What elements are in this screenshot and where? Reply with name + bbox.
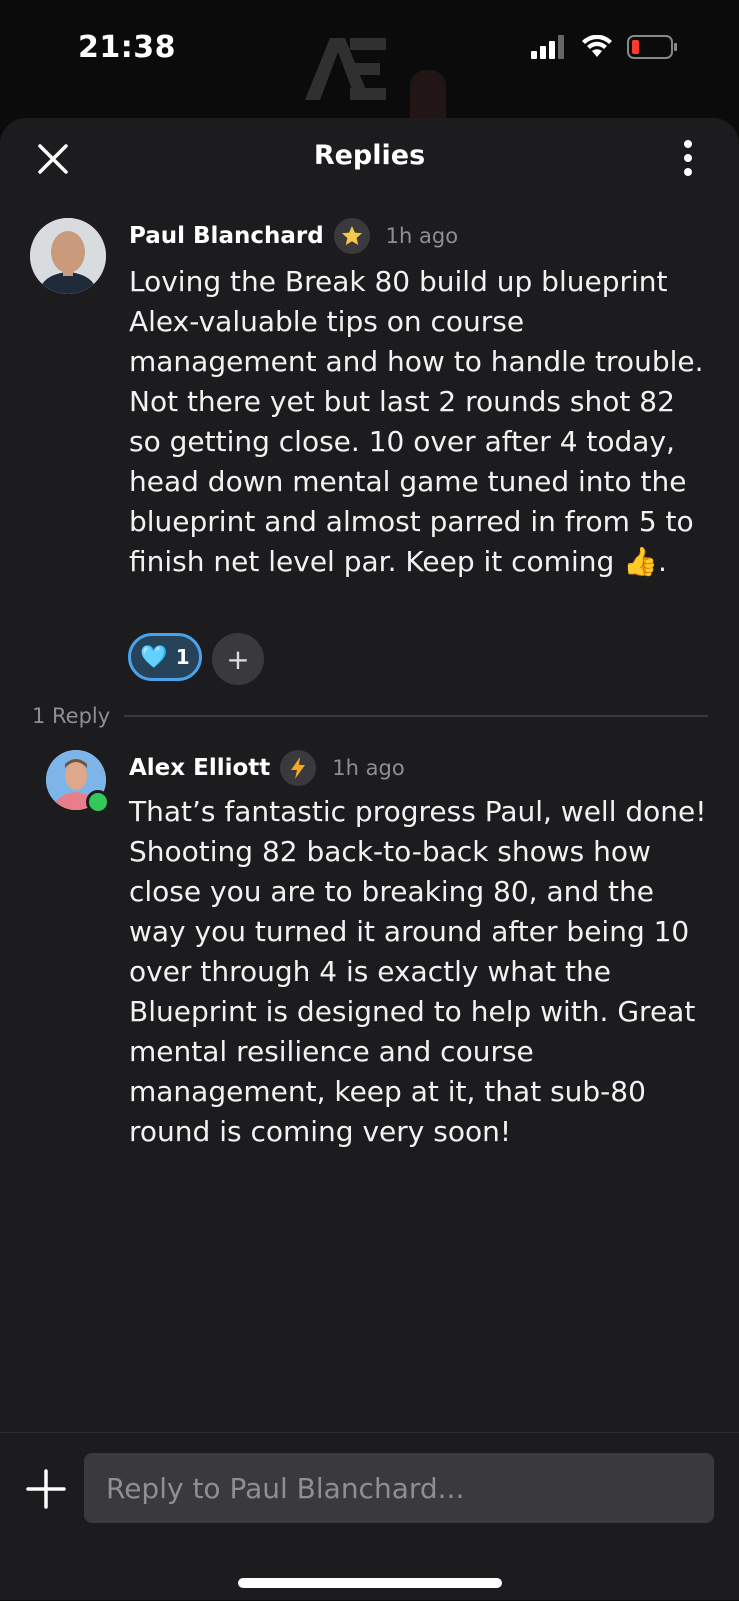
- background-app-image: [410, 70, 446, 120]
- add-reaction-button[interactable]: +: [212, 633, 264, 685]
- lightning-badge-icon: [280, 750, 317, 786]
- reply-composer: [0, 1432, 739, 1601]
- replies-divider: 1 Reply: [32, 704, 708, 728]
- author-name[interactable]: Paul Blanchard: [129, 223, 324, 249]
- author-name[interactable]: Alex Elliott: [129, 755, 270, 781]
- reply-body: That’s fantastic progress Paul, well don…: [129, 795, 707, 1148]
- post-body: Loving the Break 80 build up blueprint A…: [129, 265, 704, 578]
- reply-count: 1 Reply: [32, 704, 111, 728]
- home-indicator[interactable]: [238, 1578, 502, 1588]
- background-app-logo: [305, 38, 386, 100]
- reply-meta: Alex Elliott 1h ago: [129, 750, 405, 786]
- battery-icon: [627, 35, 677, 59]
- post-time: 1h ago: [385, 224, 459, 248]
- online-status-indicator: [86, 790, 110, 814]
- reactions-bar: 🩵 1 +: [128, 633, 264, 685]
- heart-icon: 🩵: [140, 644, 168, 670]
- system-icons: [531, 34, 679, 60]
- heart-reaction-button[interactable]: 🩵 1: [128, 633, 202, 681]
- status-bar: 21:38: [0, 0, 739, 120]
- reply-time: 1h ago: [332, 756, 405, 780]
- divider-line: [124, 715, 708, 717]
- reaction-count: 1: [175, 645, 190, 669]
- wifi-icon: [582, 35, 612, 57]
- star-badge-icon: [333, 218, 370, 254]
- more-options-icon[interactable]: [681, 138, 695, 178]
- reply-input[interactable]: [84, 1453, 714, 1523]
- avatar-image: [30, 218, 106, 294]
- status-time: 21:38: [78, 30, 176, 65]
- add-attachment-icon[interactable]: [26, 1469, 66, 1509]
- page-title: Replies: [313, 140, 426, 171]
- sheet-header: Replies: [0, 118, 739, 198]
- replies-sheet: Replies Paul Blanchard 1h ago Loving the…: [0, 118, 739, 1600]
- signal-icon: [531, 35, 564, 59]
- avatar[interactable]: [30, 218, 106, 294]
- post-meta: Paul Blanchard 1h ago: [129, 218, 458, 254]
